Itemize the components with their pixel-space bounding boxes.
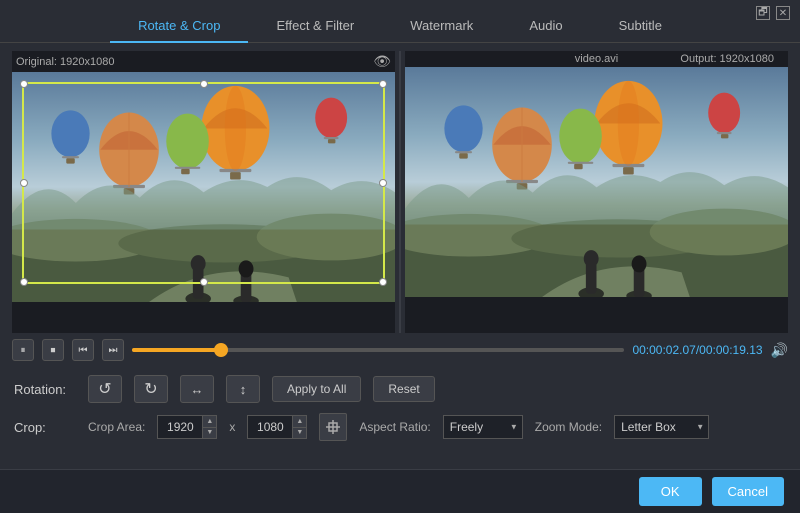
crop-height-field: ▲ ▼ bbox=[247, 415, 307, 439]
rotation-row: Rotation: ↺ ↻ ↔ ↕ Apply to All Reset bbox=[14, 375, 786, 403]
zoom-mode-label: Zoom Mode: bbox=[535, 420, 602, 434]
output-panel: video.avi Output: 1920x1080 bbox=[405, 51, 788, 333]
minimize-button[interactable]: 🗗 bbox=[756, 6, 770, 20]
height-spinners: ▲ ▼ bbox=[292, 416, 306, 438]
crop-center-button[interactable] bbox=[319, 413, 347, 441]
video-area: Original: 1920x1080 👁 bbox=[0, 43, 800, 333]
height-spin-up[interactable]: ▲ bbox=[292, 416, 306, 428]
width-spin-up[interactable]: ▲ bbox=[202, 416, 216, 428]
progress-bar[interactable] bbox=[132, 348, 624, 352]
crop-label: Crop: bbox=[14, 420, 76, 435]
pause-icon: ⏸ bbox=[21, 345, 26, 356]
footer: OK Cancel bbox=[0, 469, 800, 513]
eye-icon[interactable]: 👁 bbox=[373, 53, 391, 70]
tab-rotate-crop[interactable]: Rotate & Crop bbox=[110, 10, 248, 43]
progress-thumb[interactable] bbox=[214, 343, 228, 357]
progress-fill bbox=[132, 348, 221, 352]
tab-watermark[interactable]: Watermark bbox=[382, 10, 501, 43]
output-res-label: Output: 1920x1080 bbox=[680, 53, 774, 65]
flip-vertical-button[interactable]: ↕ bbox=[226, 375, 260, 403]
close-button[interactable]: ✕ bbox=[776, 6, 790, 20]
original-res-label: Original: 1920x1080 bbox=[16, 56, 114, 68]
panel-divider bbox=[399, 51, 401, 333]
pause-button[interactable]: ⏸ bbox=[12, 339, 34, 361]
playback-bar: ⏸ ⏹ ⏮ ⏭ 00:00:02.07/00:00:19.13 🔊 bbox=[0, 333, 800, 367]
apply-to-all-button[interactable]: Apply to All bbox=[272, 376, 361, 402]
crop-width-input[interactable] bbox=[158, 416, 202, 438]
flip-horizontal-button[interactable]: ↔ bbox=[180, 375, 214, 403]
controls-area: Rotation: ↺ ↻ ↔ ↕ Apply to All Reset Cro… bbox=[0, 367, 800, 449]
rotation-label: Rotation: bbox=[14, 382, 76, 397]
cancel-button[interactable]: Cancel bbox=[712, 477, 784, 506]
tab-audio[interactable]: Audio bbox=[501, 10, 590, 43]
aspect-ratio-wrap: Freely 16:9 4:3 1:1 9:16 bbox=[443, 415, 523, 439]
tab-subtitle[interactable]: Subtitle bbox=[591, 10, 690, 43]
filename-label: video.avi bbox=[575, 53, 618, 65]
crop-area-label: Crop Area: bbox=[88, 420, 145, 434]
rotate-left-icon: ↺ bbox=[98, 379, 111, 399]
rotate-right-button[interactable]: ↻ bbox=[134, 375, 168, 403]
crop-row: Crop: Crop Area: ▲ ▼ x ▲ ▼ bbox=[14, 413, 786, 441]
rotate-left-button[interactable]: ↺ bbox=[88, 375, 122, 403]
prev-button[interactable]: ⏮ bbox=[72, 339, 94, 361]
zoom-mode-wrap: Letter Box Pan & Scan Full bbox=[614, 415, 709, 439]
stop-button[interactable]: ⏹ bbox=[42, 339, 64, 361]
crop-width-field: ▲ ▼ bbox=[157, 415, 217, 439]
reset-button[interactable]: Reset bbox=[373, 376, 434, 402]
zoom-mode-select[interactable]: Letter Box Pan & Scan Full bbox=[614, 415, 709, 439]
crop-height-input[interactable] bbox=[248, 416, 292, 438]
rotate-right-icon: ↻ bbox=[144, 379, 157, 399]
prev-icon: ⏮ bbox=[79, 345, 88, 356]
x-separator: x bbox=[229, 420, 235, 434]
ok-button[interactable]: OK bbox=[639, 477, 702, 506]
height-spin-down[interactable]: ▼ bbox=[292, 428, 306, 439]
next-button[interactable]: ⏭ bbox=[102, 339, 124, 361]
title-bar: 🗗 ✕ bbox=[746, 0, 800, 26]
aspect-ratio-label: Aspect Ratio: bbox=[359, 420, 430, 434]
time-display: 00:00:02.07/00:00:19.13 bbox=[632, 343, 762, 357]
next-icon: ⏭ bbox=[109, 345, 118, 356]
flip-h-icon: ↔ bbox=[191, 382, 204, 397]
tab-effect-filter[interactable]: Effect & Filter bbox=[248, 10, 382, 43]
stop-icon: ⏹ bbox=[51, 345, 56, 356]
volume-icon[interactable]: 🔊 bbox=[771, 342, 788, 359]
original-panel: Original: 1920x1080 👁 bbox=[12, 51, 395, 333]
tabs-bar: Rotate & Crop Effect & Filter Watermark … bbox=[0, 0, 800, 43]
width-spin-down[interactable]: ▼ bbox=[202, 428, 216, 439]
width-spinners: ▲ ▼ bbox=[202, 416, 216, 438]
flip-v-icon: ↕ bbox=[240, 382, 247, 397]
original-preview bbox=[12, 72, 395, 302]
output-preview bbox=[405, 67, 788, 297]
aspect-ratio-select[interactable]: Freely 16:9 4:3 1:1 9:16 bbox=[443, 415, 523, 439]
